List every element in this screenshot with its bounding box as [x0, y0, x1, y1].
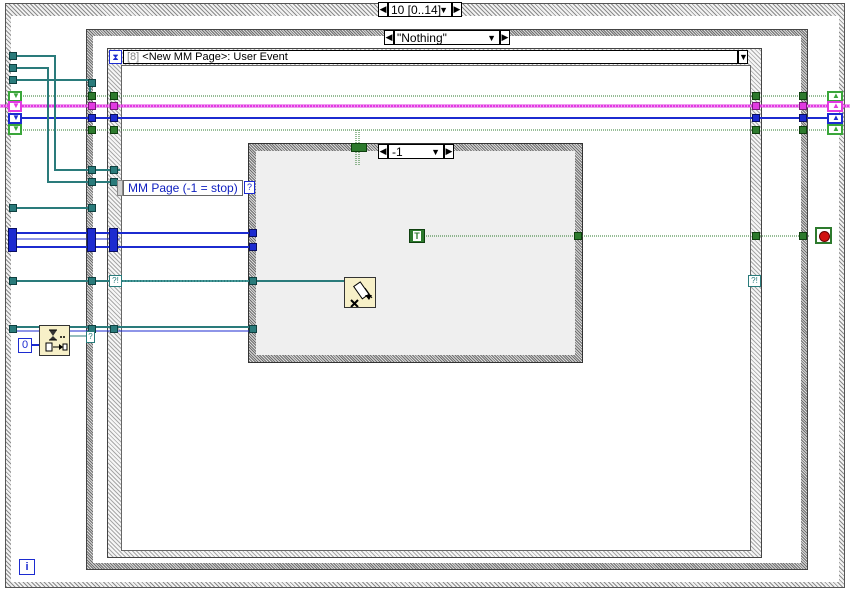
shift-register-right[interactable]: ▲ [827, 113, 843, 124]
refnum-tunnel[interactable] [9, 76, 17, 84]
event-output-tunnel[interactable] [752, 126, 760, 134]
triangle-up-icon: ▲ [832, 101, 840, 110]
event-registration-node[interactable] [39, 325, 70, 356]
event-data-glyph: ?! [751, 276, 758, 285]
triangle-down-icon: ▼ [12, 101, 20, 110]
refnum-tunnel[interactable] [9, 204, 17, 212]
close-reference-node[interactable] [344, 277, 376, 308]
indicator-glyph: ? [88, 332, 93, 341]
triangle-up-icon: ▲ [832, 113, 840, 122]
inner-case-tunnel[interactable] [249, 229, 257, 237]
event-data-node-left[interactable]: ?! [109, 275, 122, 287]
case-output-tunnel[interactable] [799, 102, 807, 110]
inner-case-tunnel[interactable] [249, 277, 257, 285]
case-output-tunnel[interactable] [799, 126, 807, 134]
event-output-tunnel[interactable] [752, 114, 760, 122]
triangle-down-icon: ▼ [12, 91, 20, 100]
refnum-tunnel[interactable] [9, 64, 17, 72]
mm-page-label: MM Page (-1 = stop) [128, 181, 238, 195]
case-tunnel[interactable] [88, 178, 96, 186]
event-output-tunnel[interactable] [752, 102, 760, 110]
refnum-tunnel[interactable] [9, 277, 17, 285]
case-tunnel[interactable] [88, 79, 96, 87]
true-constant[interactable]: T [409, 229, 425, 243]
event-tunnel[interactable] [110, 102, 118, 110]
event-tunnel[interactable] [109, 228, 118, 252]
case-output-tunnel[interactable] [799, 114, 807, 122]
event-tunnel[interactable] [110, 166, 118, 174]
hourglass-register-icon [45, 329, 68, 352]
mm-page-terminal[interactable]: MM Page (-1 = stop) [123, 180, 243, 196]
triangle-up-icon: ▲ [832, 91, 840, 100]
close-reference-icon [350, 281, 373, 308]
event-data-glyph: ?! [112, 276, 119, 285]
inner-case-tunnel[interactable] [249, 243, 257, 251]
triangle-up-icon: ▲ [832, 124, 840, 133]
mm-page-type-indicator: ? [244, 181, 255, 194]
block-diagram-wires [0, 55, 850, 346]
case-tunnel[interactable] [88, 114, 96, 122]
shift-register-right[interactable]: ▲ [827, 101, 843, 112]
refnum-tunnel[interactable] [9, 325, 17, 333]
event-data-node-right[interactable]: ?! [748, 275, 761, 287]
true-constant-label: T [413, 231, 421, 241]
inner-case-output-tunnel[interactable] [574, 232, 582, 240]
refnum-tunnel[interactable] [9, 52, 17, 60]
info-icon-label: i [25, 561, 29, 573]
info-icon[interactable]: i [19, 559, 35, 575]
numeric-constant[interactable]: 0 [18, 338, 32, 353]
stop-terminal[interactable] [815, 227, 832, 244]
case-tunnel[interactable] [87, 228, 96, 252]
shift-register-right[interactable]: ▲ [827, 124, 843, 135]
shift-register-left[interactable]: ▼ [8, 101, 22, 112]
case-tunnel[interactable] [88, 277, 96, 285]
case-output-tunnel[interactable] [799, 92, 807, 100]
mm-page-question: ? [246, 182, 252, 192]
event-tunnel[interactable] [110, 325, 118, 333]
event-output-tunnel[interactable] [752, 232, 760, 240]
inner-case-selector-terminal[interactable] [351, 143, 367, 152]
numeric-constant-value: 0 [21, 339, 29, 351]
shift-register-indicator: ? [86, 331, 95, 343]
case-tunnel[interactable] [88, 92, 96, 100]
case-tunnel[interactable] [88, 126, 96, 134]
case-tunnel[interactable] [88, 102, 96, 110]
shift-register-left[interactable]: ▼ [8, 124, 22, 135]
triangle-down-icon: ▼ [12, 113, 20, 122]
case-output-tunnel[interactable] [799, 232, 807, 240]
event-tunnel[interactable] [110, 126, 118, 134]
inner-case-tunnel[interactable] [249, 325, 257, 333]
triangle-down-icon: ▼ [12, 124, 20, 133]
shift-register-left[interactable]: ▼ [8, 113, 22, 124]
event-tunnel[interactable] [110, 92, 118, 100]
event-output-tunnel[interactable] [752, 92, 760, 100]
event-tunnel[interactable] [110, 114, 118, 122]
integer-tunnel[interactable] [8, 228, 17, 252]
case-tunnel[interactable] [88, 204, 96, 212]
stop-circle-icon [819, 231, 830, 242]
case-tunnel[interactable] [88, 166, 96, 174]
